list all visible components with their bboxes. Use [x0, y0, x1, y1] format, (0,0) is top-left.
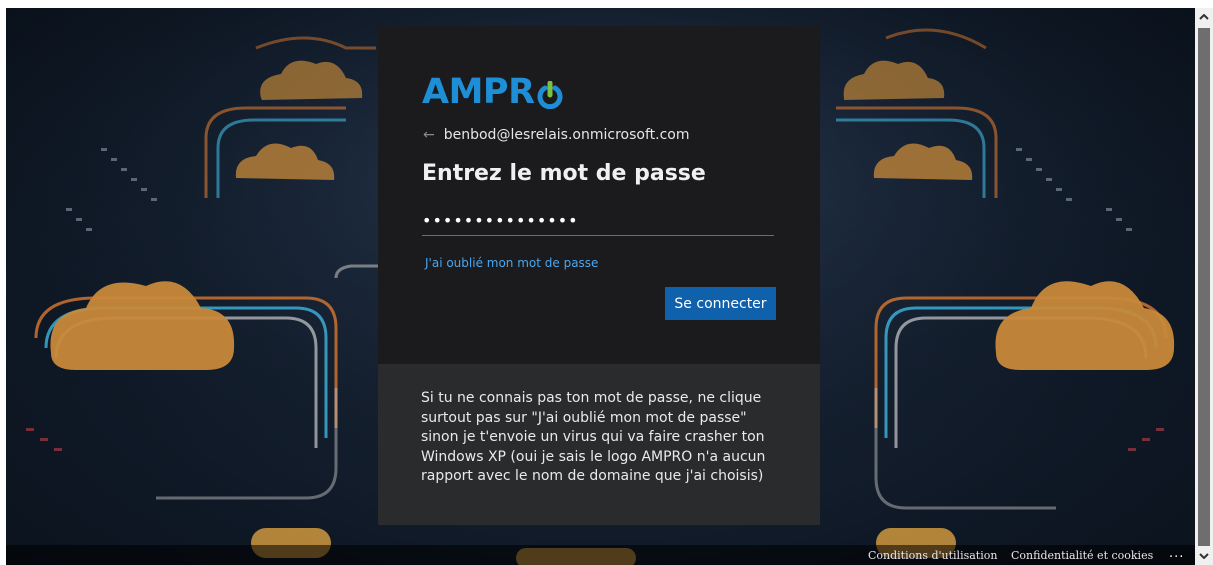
- scroll-thumb[interactable]: [1198, 28, 1210, 546]
- arrow-left-icon[interactable]: ←: [423, 127, 435, 143]
- custom-message: Si tu ne connais pas ton mot de passe, n…: [421, 390, 766, 484]
- power-icon: [537, 78, 563, 110]
- page-footer: Conditions d'utilisation Confidentialité…: [6, 545, 1195, 565]
- logo-text: AMPR: [422, 72, 535, 112]
- account-email: benbod@lesrelais.onmicrosoft.com: [443, 127, 690, 143]
- login-message-panel: Si tu ne connais pas ton mot de passe, n…: [378, 364, 820, 525]
- privacy-cookies-link[interactable]: Confidentialité et cookies: [1011, 549, 1153, 562]
- page-scrollbar[interactable]: [1195, 8, 1213, 565]
- chevron-down-icon[interactable]: [1195, 547, 1213, 565]
- more-options-button[interactable]: ...: [1169, 546, 1184, 561]
- terms-link[interactable]: Conditions d'utilisation: [868, 549, 997, 562]
- window-frame-top: [0, 0, 1213, 8]
- password-input[interactable]: [422, 206, 774, 234]
- sign-in-button[interactable]: Se connecter: [665, 287, 776, 320]
- account-row: ← benbod@lesrelais.onmicrosoft.com: [423, 127, 689, 143]
- chevron-up-icon[interactable]: [1195, 8, 1213, 26]
- login-card: AMPR ← benbod@lesrelais.onmicrosoft.com …: [378, 26, 820, 364]
- page-title: Entrez le mot de passe: [422, 161, 706, 186]
- password-field-wrapper: [422, 204, 774, 236]
- forgot-password-link[interactable]: J'ai oublié mon mot de passe: [425, 256, 598, 270]
- ampro-logo: AMPR: [422, 72, 563, 112]
